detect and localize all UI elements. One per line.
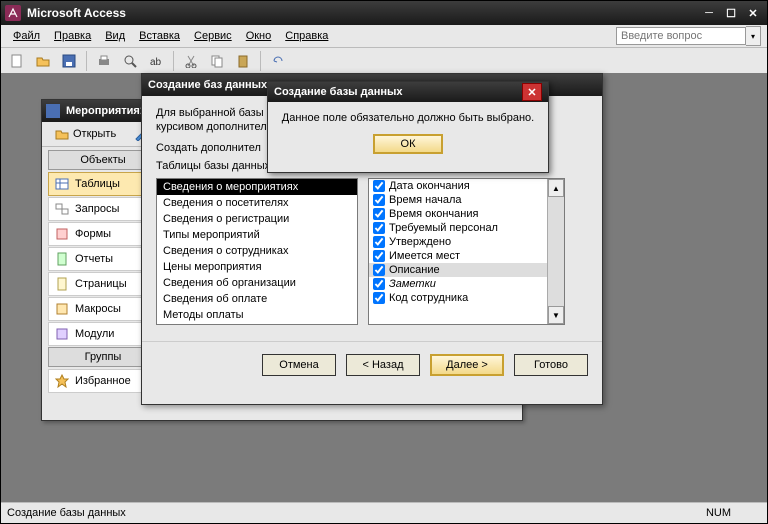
field-checkbox[interactable] [373, 236, 385, 248]
table-icon [55, 177, 69, 191]
open-icon[interactable] [31, 49, 55, 73]
maximize-button[interactable]: ☐ [721, 5, 741, 21]
scroll-up-icon[interactable]: ▲ [548, 179, 564, 197]
field-checkbox[interactable] [373, 208, 385, 220]
field-checkbox[interactable] [373, 222, 385, 234]
cancel-button[interactable]: Отмена [262, 354, 336, 376]
field-checkbox[interactable] [373, 180, 385, 192]
field-item[interactable]: Дата окончания [369, 179, 548, 193]
paste-icon[interactable] [231, 49, 255, 73]
next-button[interactable]: Далее > [430, 354, 504, 376]
cut-icon[interactable] [179, 49, 203, 73]
statusbar: Создание базы данных NUM [1, 502, 767, 523]
menubar: Файл Правка Вид Вставка Сервис Окно Спра… [1, 25, 767, 48]
table-item[interactable]: Сведения об организации [157, 275, 357, 291]
field-item[interactable]: Время начала [369, 193, 548, 207]
module-icon [55, 327, 69, 341]
field-label: Дата окончания [389, 180, 470, 192]
report-icon [55, 252, 69, 266]
alert-dialog: Создание базы данных ✕ Данное поле обяза… [267, 81, 549, 173]
workspace: Мероприятия1 Открыть Объекты Таблицы Зап… [1, 73, 767, 503]
scroll-down-icon[interactable]: ▼ [548, 306, 564, 324]
field-item[interactable]: Код сотрудника [369, 291, 548, 305]
field-label: Код сотрудника [389, 292, 468, 304]
status-text: Создание базы данных [7, 507, 126, 519]
table-item[interactable]: Сведения об оплате [157, 291, 357, 307]
menu-tools[interactable]: Сервис [188, 28, 238, 44]
field-item[interactable]: Описание [369, 263, 548, 277]
open-button[interactable]: Открыть [48, 124, 123, 144]
menu-window[interactable]: Окно [240, 28, 278, 44]
table-item[interactable]: Методы оплаты [157, 307, 357, 323]
table-item[interactable]: Сведения о регистрации [157, 211, 357, 227]
spell-icon[interactable]: ab [144, 49, 168, 73]
table-item[interactable]: Цены мероприятия [157, 259, 357, 275]
table-item[interactable]: Сведения о сотрудниках [157, 243, 357, 259]
table-item[interactable]: Сведения о мероприятиях [157, 179, 357, 195]
app-window: Microsoft Access ─ ☐ ✕ Файл Правка Вид В… [0, 0, 768, 524]
toolbar: ab [1, 48, 767, 75]
save-icon[interactable] [57, 49, 81, 73]
page-icon [55, 277, 69, 291]
field-item[interactable]: Требуемый персонал [369, 221, 548, 235]
finish-button[interactable]: Готово [514, 354, 588, 376]
undo-icon[interactable] [266, 49, 290, 73]
alert-message: Данное поле обязательно должно быть выбр… [268, 102, 548, 134]
field-checkbox[interactable] [373, 264, 385, 276]
field-item[interactable]: Заметки [369, 277, 548, 291]
print-icon[interactable] [92, 49, 116, 73]
menu-file[interactable]: Файл [7, 28, 46, 44]
fields-listbox[interactable]: Дата окончания Время начала Время окончани… [368, 178, 565, 325]
access-icon [5, 5, 21, 21]
field-label: Время окончания [389, 208, 478, 220]
wizard-buttons: Отмена < Назад Далее > Готово [142, 341, 602, 388]
field-label: Описание [389, 264, 440, 276]
open-folder-icon [55, 127, 69, 141]
close-icon[interactable]: ✕ [522, 83, 542, 101]
scrollbar[interactable]: ▲ ▼ [547, 179, 564, 324]
minimize-button[interactable]: ─ [699, 5, 719, 21]
db-icon [46, 104, 60, 118]
table-item[interactable]: Типы мероприятий [157, 227, 357, 243]
ask-box: ▾ [616, 26, 761, 46]
field-label: Время начала [389, 194, 461, 206]
wizard-title: Создание баз данных [148, 79, 267, 91]
field-item[interactable]: Время окончания [369, 207, 548, 221]
field-label: Утверждено [389, 236, 451, 248]
alert-title: Создание базы данных [274, 86, 403, 98]
field-label: Заметки [389, 278, 436, 290]
ok-button[interactable]: ОК [373, 134, 443, 154]
menu-edit[interactable]: Правка [48, 28, 97, 44]
star-icon [55, 374, 69, 388]
new-icon[interactable] [5, 49, 29, 73]
field-checkbox[interactable] [373, 292, 385, 304]
svg-text:ab: ab [150, 57, 162, 68]
field-checkbox[interactable] [373, 250, 385, 262]
app-title: Microsoft Access [27, 6, 697, 20]
field-label: Требуемый персонал [389, 222, 498, 234]
menu-view[interactable]: Вид [99, 28, 131, 44]
field-checkbox[interactable] [373, 194, 385, 206]
form-icon [55, 227, 69, 241]
field-item[interactable]: Утверждено [369, 235, 548, 249]
status-num: NUM [706, 507, 731, 519]
alert-titlebar: Создание базы данных ✕ [268, 82, 548, 102]
table-item[interactable]: Сведения о посетителях [157, 195, 357, 211]
menu-insert[interactable]: Вставка [133, 28, 186, 44]
menu-help[interactable]: Справка [279, 28, 334, 44]
dbwin-title: Мероприятия1 [66, 105, 146, 117]
macro-icon [55, 302, 69, 316]
ask-input[interactable] [616, 27, 746, 45]
query-icon [55, 202, 69, 216]
field-item[interactable]: Имеется мест [369, 249, 548, 263]
field-checkbox[interactable] [373, 278, 385, 290]
field-label: Имеется мест [389, 250, 460, 262]
titlebar: Microsoft Access ─ ☐ ✕ [1, 1, 767, 25]
tables-listbox[interactable]: Сведения о мероприятияхСведения о посети… [156, 178, 358, 325]
back-button[interactable]: < Назад [346, 354, 420, 376]
close-button[interactable]: ✕ [743, 5, 763, 21]
ask-dropdown[interactable]: ▾ [746, 26, 761, 46]
preview-icon[interactable] [118, 49, 142, 73]
copy-icon[interactable] [205, 49, 229, 73]
